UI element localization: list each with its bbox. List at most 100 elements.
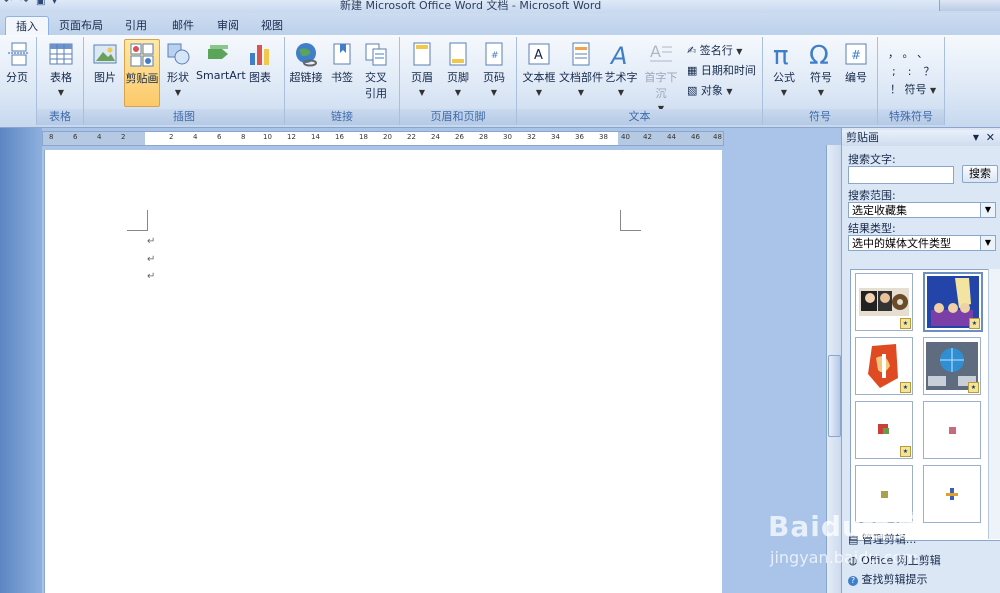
chevron-down-icon: ▼ — [577, 88, 585, 97]
chevron-down-icon[interactable]: ▼ — [980, 236, 995, 250]
redo-icon[interactable]: ↷ — [20, 0, 32, 8]
equation-button[interactable]: π 公式 ▼ — [767, 39, 801, 98]
scrollbar-thumb[interactable] — [828, 355, 841, 437]
page-number-icon: # — [485, 42, 503, 66]
special-symbol-button[interactable]: ！ 符号 ▼ — [890, 81, 936, 97]
svg-text:A: A — [650, 42, 661, 61]
ruler-label: 12 — [287, 133, 296, 141]
signature-line-button[interactable]: ✍ 签名行 ▼ — [687, 42, 742, 58]
baidu-watermark-url: jingyan.baidu.com — [770, 548, 918, 567]
shapes-icon — [167, 43, 190, 65]
wordart-button[interactable]: A 艺术字 ▼ — [604, 39, 638, 98]
smartart-button[interactable]: SmartArt — [196, 39, 246, 82]
ruler-label: 36 — [575, 133, 584, 141]
drop-cap-icon: A — [650, 42, 672, 62]
clipart-thumbnail[interactable] — [923, 401, 981, 459]
type-select[interactable]: 选中的媒体文件类型 ▼ — [848, 235, 996, 251]
page-number-button[interactable]: # 页码 ▼ — [478, 39, 510, 98]
group-label-header-footer: 页眉和页脚 — [400, 109, 516, 125]
horizontal-ruler[interactable]: 8 6 4 2 2 4 6 8 10 12 14 16 18 20 22 24 … — [42, 131, 724, 146]
table-button[interactable]: 表格 ▼ — [43, 39, 79, 98]
clipart-thumbnail[interactable]: ★ — [855, 273, 913, 331]
clipart-thumbnail[interactable] — [923, 465, 981, 523]
undo-icon[interactable]: ↶ — [4, 0, 16, 8]
pages-group: 分页 — [0, 37, 37, 125]
group-label-symbols: 符号 — [763, 109, 877, 125]
text-group: A 文本框▼ 文档部件▼ A 艺术字▼ A 首字下沉▼ ✍ 签名行 ▼ ▦ 日期… — [517, 37, 763, 125]
search-label: 搜索文字: — [848, 153, 896, 166]
search-input[interactable] — [848, 166, 954, 184]
clipart-results[interactable]: ★ ★ ★ ★ ★ — [850, 269, 1000, 541]
pane-header: 剪贴画 ▼ ✕ — [842, 130, 1000, 146]
group-label-special-symbols: 特殊符号 — [878, 109, 944, 125]
pane-dropdown-icon[interactable]: ▼ — [973, 130, 979, 146]
window-controls[interactable] — [939, 0, 1000, 11]
chevron-down-icon[interactable]: ▼ — [980, 203, 995, 217]
bookmark-button[interactable]: 书签 — [328, 39, 356, 85]
clipart-image — [946, 488, 958, 500]
clipart-button[interactable]: 剪贴画 — [124, 39, 160, 107]
object-icon: ▧ — [687, 84, 698, 97]
type-label: 结果类型: — [848, 222, 896, 235]
left-margin-area — [0, 128, 42, 593]
customize-icon[interactable]: ▾ — [52, 0, 64, 8]
cross-reference-button[interactable]: 交叉 引用 — [361, 39, 391, 101]
document-page[interactable]: ↵ ↵ ↵ — [44, 150, 722, 593]
window-title: 新建 Microsoft Office Word 文档 - Microsoft … — [340, 0, 602, 12]
quick-parts-button[interactable]: 文档部件 ▼ — [559, 39, 603, 98]
tab-mailings[interactable]: 邮件 — [165, 16, 201, 35]
chevron-down-icon: ▼ — [174, 88, 182, 97]
clip-tips-link[interactable]: ? 查找剪辑提示 — [848, 571, 928, 587]
ruler-label: 22 — [407, 133, 416, 141]
clipart-thumbnail[interactable]: ★ — [855, 401, 913, 459]
ruler-label: 44 — [667, 133, 676, 141]
numbering-icon: # — [845, 43, 867, 65]
symbols-group: π 公式 ▼ Ω 符号 ▼ # 编号 符号 — [763, 37, 878, 125]
numbering-button[interactable]: # 编号 — [841, 39, 871, 85]
preview-icon[interactable]: ▣ — [36, 0, 48, 8]
ruler-label: 38 — [599, 133, 608, 141]
symbol-button[interactable]: Ω 符号 ▼ — [805, 39, 837, 98]
hyperlink-button[interactable]: 超链接 — [288, 39, 324, 85]
search-button[interactable]: 搜索 — [962, 165, 998, 183]
header-footer-group: 页眉 ▼ 页脚 ▼ # 页码 ▼ 页眉和页脚 — [400, 37, 517, 125]
special-char-row-1[interactable]: ，。、 — [888, 45, 937, 61]
quick-parts-icon — [572, 42, 590, 66]
pane-title: 剪贴画 — [846, 131, 879, 144]
clipart-badge-icon: ★ — [969, 318, 980, 329]
object-button[interactable]: ▧ 对象 ▼ — [687, 82, 733, 98]
clipart-thumbnail[interactable]: ★ — [923, 272, 983, 332]
textbox-button[interactable]: A 文本框 ▼ — [521, 39, 557, 98]
tab-page-layout[interactable]: 页面布局 — [55, 16, 107, 35]
scope-select[interactable]: 选定收藏集 ▼ — [848, 202, 996, 218]
calendar-icon: ▦ — [687, 64, 698, 77]
picture-button[interactable]: 图片 — [89, 39, 121, 85]
tab-view[interactable]: 视图 — [254, 16, 290, 35]
paragraph-mark: ↵ — [147, 236, 156, 247]
clipart-thumbnail[interactable]: ★ — [923, 337, 981, 395]
close-icon[interactable]: ✕ — [986, 130, 995, 146]
pi-icon: π — [773, 41, 789, 67]
chart-button[interactable]: 图表 — [244, 39, 276, 85]
chart-icon — [250, 45, 269, 65]
footer-button[interactable]: 页脚 ▼ — [442, 39, 474, 98]
tab-references[interactable]: 引用 — [118, 16, 154, 35]
clipart-thumbnail[interactable]: ★ — [855, 337, 913, 395]
drop-cap-button[interactable]: A 首字下沉▼ — [640, 39, 682, 114]
cross-reference-icon — [365, 43, 387, 66]
paragraph-mark: ↵ — [147, 254, 156, 265]
tab-review[interactable]: 审阅 — [210, 16, 246, 35]
shapes-button[interactable]: 形状 ▼ — [162, 39, 194, 98]
special-char-row-2[interactable]: ;:？ — [892, 63, 946, 79]
clipart-badge-icon: ★ — [900, 318, 911, 329]
svg-text:A: A — [534, 48, 543, 63]
tab-insert[interactable]: 插入 — [5, 16, 49, 36]
page-break-button[interactable]: 分页 — [2, 39, 32, 85]
ruler-label: 18 — [359, 133, 368, 141]
header-button[interactable]: 页眉 ▼ — [406, 39, 438, 98]
results-scrollbar[interactable] — [988, 269, 1000, 539]
date-time-button[interactable]: ▦ 日期和时间 — [687, 62, 756, 78]
ruler-label: 28 — [479, 133, 488, 141]
ribbon: 分页 表格 ▼ 表格 图片 剪贴画 形状 ▼ SmartArt 图表 插图 超链… — [0, 35, 1000, 128]
ruler-label: 6 — [217, 133, 222, 141]
